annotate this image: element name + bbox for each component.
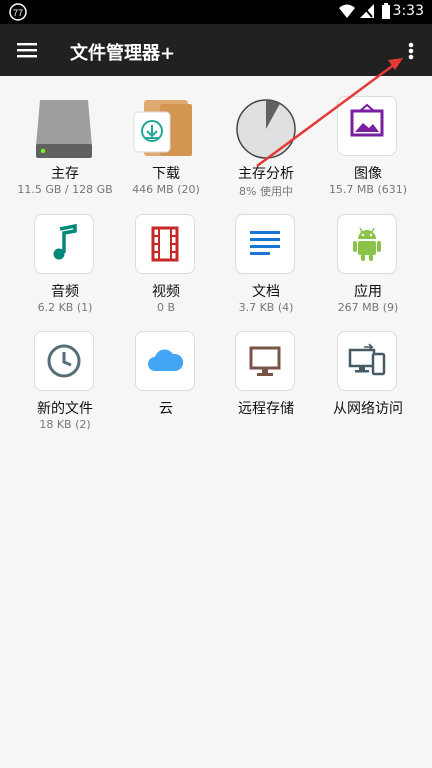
notification-badge-icon: 77 bbox=[9, 3, 27, 21]
storage-pie-chart-icon bbox=[236, 99, 296, 159]
clock-icon bbox=[47, 344, 81, 378]
app-bar: 文件管理器+ bbox=[0, 24, 432, 76]
tile-label: 图像 bbox=[354, 166, 382, 182]
cloud-icon-box bbox=[135, 331, 195, 391]
document-icon-box bbox=[235, 214, 295, 274]
hamburger-menu-icon[interactable] bbox=[14, 37, 40, 63]
recent-icon-box bbox=[34, 331, 94, 391]
music-note-icon bbox=[53, 223, 77, 260]
network-icon-box bbox=[337, 331, 397, 391]
audio-icon-box bbox=[34, 214, 94, 274]
tile-label: 云 bbox=[159, 401, 173, 417]
tile-label: 音频 bbox=[51, 284, 79, 300]
image-icon bbox=[350, 103, 384, 137]
tile-sub: 6.2 KB (1) bbox=[37, 301, 93, 314]
devices-icon bbox=[348, 343, 386, 376]
video-icon-box bbox=[135, 214, 195, 274]
tile-sub: 0 B bbox=[156, 301, 176, 314]
tile-label: 新的文件 bbox=[37, 401, 93, 417]
tile-label: 文档 bbox=[252, 284, 280, 300]
tile-label: 主存 bbox=[51, 166, 79, 182]
document-lines-icon bbox=[250, 231, 280, 255]
status-time: 3:33 bbox=[392, 3, 424, 19]
notification-badge-text: 77 bbox=[13, 8, 23, 18]
image-icon-box bbox=[337, 96, 397, 156]
app-title: 文件管理器+ bbox=[70, 43, 176, 64]
tile-label: 从网络访问 bbox=[333, 401, 403, 417]
tile-label: 远程存储 bbox=[238, 401, 294, 417]
status-bar: 77 3:33 bbox=[0, 0, 432, 24]
cloud-icon bbox=[148, 349, 184, 371]
tile-label: 主存分析 bbox=[238, 166, 294, 182]
tile-sub: 15.7 MB (631) bbox=[328, 183, 408, 196]
film-strip-icon bbox=[151, 226, 179, 262]
monitor-icon bbox=[249, 346, 281, 376]
tile-sub: 18 KB (2) bbox=[39, 418, 91, 431]
tile-label: 视频 bbox=[152, 284, 180, 300]
wifi-icon bbox=[339, 4, 355, 18]
tile-label: 应用 bbox=[354, 284, 382, 300]
android-icon bbox=[353, 227, 381, 261]
tile-label: 下载 bbox=[152, 166, 180, 182]
tile-sub: 446 MB (20) bbox=[132, 183, 200, 196]
tile-sub: 8% 使用中 bbox=[239, 185, 293, 198]
remote-icon-box bbox=[235, 331, 295, 391]
more-options-icon[interactable] bbox=[400, 38, 422, 64]
signal-icon bbox=[360, 4, 374, 18]
battery-icon bbox=[382, 3, 390, 19]
hard-drive-icon bbox=[36, 100, 92, 158]
download-folder-icon bbox=[133, 100, 192, 156]
tile-sub: 3.7 KB (4) bbox=[238, 301, 294, 314]
tile-sub: 267 MB (9) bbox=[337, 301, 399, 314]
apps-icon-box bbox=[337, 214, 397, 274]
tile-sub: 11.5 GB / 128 GB bbox=[17, 183, 113, 196]
